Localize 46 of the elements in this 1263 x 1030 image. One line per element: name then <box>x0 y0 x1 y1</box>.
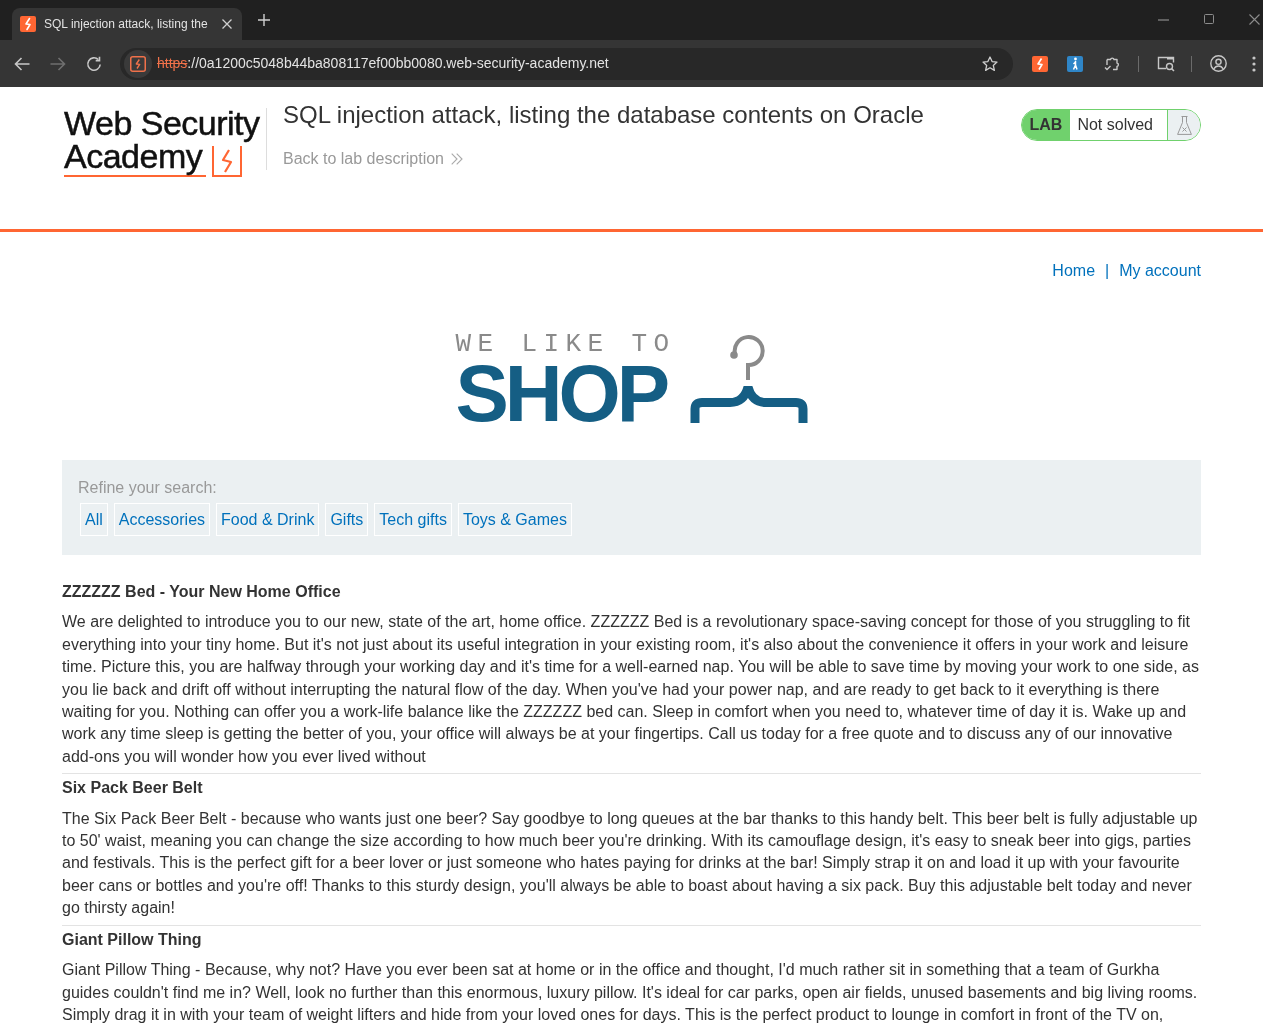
product-description: The Six Pack Beer Belt - because who wants just one beer? Say goodbye to long queues at the bar thanks to this handy belt. This beer belt is fully adjustable up to 50' waist, meaning you can change the size according to how much beer you're drinking. With its camouflage design, it's easy to sneak beer into gigs, parties and festivals. This is the perfect gift for a beer lover or just someone who hates paying for drinks at the bar! Simply strap it on and load it up with your favourite beer cans or bottles and you're off! Thanks to this sturdy design, you'll always be able to boast about having a six pack. Buy this adjustable belt today and never go thirsty again! <box>62 808 1199 919</box>
menu-icon[interactable] <box>1252 55 1256 72</box>
logo-tagline: WE LIKE TO <box>455 334 676 354</box>
nav-link[interactable]: Home <box>1052 261 1096 281</box>
plus-icon[interactable] <box>258 14 270 26</box>
logo-wordmark: SHOP <box>455 362 667 426</box>
lightning-box-icon <box>212 145 243 177</box>
product-title: Giant Pillow Thing <box>62 929 203 950</box>
lab-title: SQL injection attack, listing the database contents on Oracle <box>283 101 924 129</box>
lightning-box-icon <box>130 55 146 72</box>
address-bar[interactable]: https://0a1200c5048b44ba808117ef00bb0080.web-security-academy.net <box>120 47 1013 80</box>
lab-label: LAB <box>1021 110 1071 140</box>
product-title: ZZZZZZ Bed - Your New Home Office <box>62 582 342 602</box>
puzzle-icon[interactable] <box>1104 55 1120 72</box>
back-to-lab-link[interactable]: Back to lab description <box>283 149 463 169</box>
product-description: Giant Pillow Thing - Because, why not? Have you ever been sat at home or in the office and thought, I'd much rather sit in something that a team of Gurkha guides couldn't find me in? Well, look no further than this enormous, luxury pillow. It's ideal for car parks, open air fields, unused basements and big living rooms. Simply drag it in with your team of weight lifters and hide from your loved ones for days. This is the perfect product to lounge in comfort in front of the TV on, <box>62 960 1199 1025</box>
close-icon[interactable] <box>222 19 232 29</box>
logo-text: Academy <box>64 142 207 177</box>
double-chevron-icon <box>451 153 463 165</box>
star-icon[interactable] <box>982 55 998 72</box>
category-filter-link[interactable]: Tech gifts <box>374 503 452 536</box>
back-arrow-icon[interactable] <box>14 55 30 72</box>
flask-icon <box>1176 115 1192 135</box>
category-filter-link[interactable]: Accessories <box>113 503 211 536</box>
screen-search-icon[interactable] <box>1157 55 1175 72</box>
close-icon[interactable] <box>1249 14 1260 25</box>
nav-separator: | <box>1105 261 1110 281</box>
profile-icon[interactable] <box>1210 55 1227 72</box>
lightning-tile-icon[interactable] <box>1032 55 1048 72</box>
site-info-button[interactable] <box>124 49 152 78</box>
figure-tile-icon[interactable] <box>1067 55 1083 72</box>
category-filter-link[interactable]: Gifts <box>325 503 369 536</box>
product-description: We are delighted to introduce you to our new, state of the art, home office. ZZZZZZ Bed is a revolutionary space-saving concept for those of you struggling to fit everything into your tiny home. But it's not just about its useful integration in your existing room, it's also about the convenience it offers in your work and leisure time. Picture this, you are halfway through your working day and it's time for a well-earned nap. You will be able to save time by moving your work to one side, as you lie back and drift off without interrupting the natural flow of the day. When you've had your power nap, and are ready to get back to it everything is there waiting for you. Nothing can offer you a work-life balance like the ZZZZZZ bed can. Sleep in comfort when you need to, whatever time of day it is. Wake up and work any time sleep is getting the better of you, your office will always be at your fingertips. Call us today for a free quote and to discuss any of our innovative add-ons you will wonder how you ever lived without <box>62 612 1200 767</box>
nav-link[interactable]: My account <box>1119 261 1201 281</box>
category-filter-link[interactable]: Toys & Games <box>457 503 572 536</box>
reload-icon[interactable] <box>86 55 102 72</box>
lightning-icon <box>20 16 36 32</box>
product-title: Six Pack Beer Belt <box>62 778 204 799</box>
browser-tab[interactable]: SQL injection attack, listing the <box>12 8 242 40</box>
hanger-icon <box>689 335 808 423</box>
category-filter-link[interactable]: Food & Drink <box>216 503 320 536</box>
url-text: https://0a1200c5048b44ba808117ef00bb0080.web-security-academy.net <box>157 54 609 73</box>
filter-label: Refine your search: <box>78 478 218 498</box>
maximize-icon[interactable] <box>1204 14 1214 24</box>
category-filter-link[interactable]: All <box>80 503 108 536</box>
logo-text: Web Security <box>64 109 260 142</box>
